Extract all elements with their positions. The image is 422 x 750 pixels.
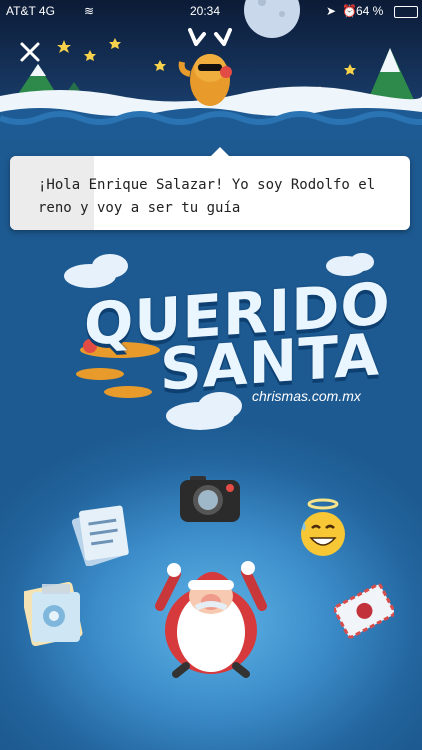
letter-button[interactable] bbox=[333, 580, 396, 644]
header-scene: AT&T 4G ≋ 20:34 ➤ ⏰ 64 % bbox=[0, 0, 422, 140]
reindeer-icon bbox=[178, 28, 232, 106]
camera-button[interactable] bbox=[180, 474, 240, 528]
guide-message: ¡Hola Enrique Salazar! Yo soy Rodolfo el… bbox=[38, 177, 376, 216]
battery-label: 64 % bbox=[356, 4, 384, 18]
clock-label: 20:34 bbox=[190, 4, 221, 18]
documents-button[interactable] bbox=[71, 504, 132, 570]
guide-speech-bubble: ¡Hola Enrique Salazar! Yo soy Rodolfo el… bbox=[10, 147, 410, 230]
alarm-icon: ⏰ bbox=[342, 4, 357, 18]
emoji-button[interactable] bbox=[296, 496, 350, 562]
carrier-label: AT&T 4G bbox=[6, 4, 55, 18]
screen: AT&T 4G ≋ 20:34 ➤ ⏰ 64 % ¡Hola Enrique S… bbox=[0, 0, 422, 750]
battery-icon bbox=[394, 6, 418, 18]
wifi-icon: ≋ bbox=[84, 4, 95, 18]
santa-character[interactable] bbox=[146, 548, 276, 682]
close-button[interactable] bbox=[16, 38, 44, 66]
photo-button[interactable] bbox=[21, 580, 86, 650]
app-logo: QUERIDO SANTA chrismas.com.mx bbox=[60, 250, 391, 440]
photo-icon bbox=[21, 581, 83, 647]
angel-emoji-icon bbox=[301, 498, 345, 556]
close-icon bbox=[20, 42, 40, 62]
document-icon bbox=[71, 505, 129, 567]
logo-domain: chrismas.com.mx bbox=[252, 388, 361, 404]
status-bar: AT&T 4G ≋ 20:34 ➤ ⏰ 64 % bbox=[0, 0, 422, 22]
camera-icon bbox=[180, 476, 240, 522]
location-icon: ➤ bbox=[326, 4, 337, 18]
santa-icon bbox=[155, 561, 267, 678]
letter-icon bbox=[333, 583, 396, 639]
